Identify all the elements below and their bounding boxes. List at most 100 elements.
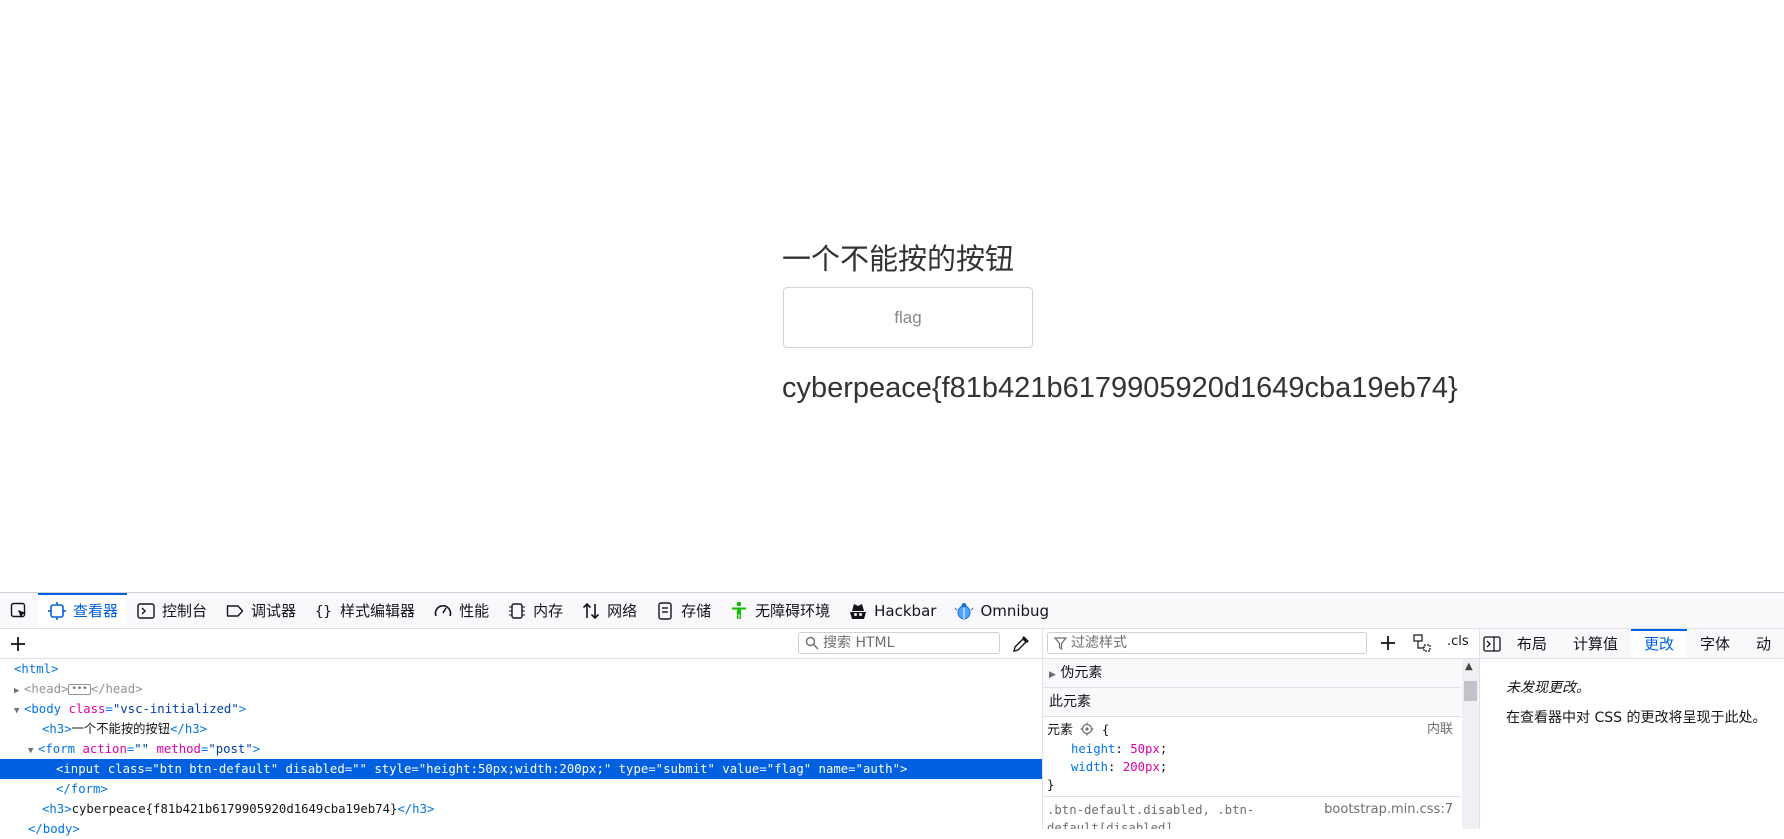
tab-inspector[interactable]: 查看器 — [38, 593, 128, 628]
add-rule-button[interactable] — [1377, 632, 1399, 654]
rule-source[interactable]: 内联 — [1427, 721, 1453, 739]
tree-node-h3-flag[interactable]: <h3>cyberpeace{f81b421b6179905920d1649cb… — [0, 799, 1042, 819]
collapse-arrow-icon[interactable]: ▼ — [14, 701, 24, 721]
hackbar-icon — [850, 603, 867, 619]
pseudo-class-toggle-button[interactable] — [1411, 632, 1433, 654]
body-tag: <body — [24, 702, 62, 716]
rules-list: ▶ 伪元素 此元素 内联 元素 { height: 50px; width: 2… — [1043, 659, 1461, 829]
accessibility-icon — [732, 601, 747, 619]
tab-changes[interactable]: 更改 — [1630, 629, 1687, 658]
omnibug-icon — [955, 602, 974, 619]
form-tag: <form — [38, 742, 76, 756]
devtools-panel: 查看器 控制台 调试器 {} 样式编辑器 性能 内存 网络 存储 无障碍环境 H… — [0, 592, 1784, 836]
cls-toggle-button[interactable]: .cls — [1447, 634, 1469, 649]
tab-memory[interactable]: 内存 — [498, 593, 572, 628]
html-search-input[interactable] — [823, 635, 993, 651]
tab-label: 性能 — [459, 602, 490, 620]
toggle-sidebar-button[interactable] — [1480, 629, 1504, 658]
h3-text: 一个不能按的按钮 — [71, 722, 171, 736]
tab-debugger[interactable]: 调试器 — [216, 593, 305, 628]
scroll-up-icon[interactable]: ▲ — [1465, 661, 1473, 672]
page-viewport: 一个不能按的按钮 flag cyberpeace{f81b421b6179905… — [0, 0, 1784, 592]
brace-open: { — [1101, 723, 1110, 737]
h3-close: </h3> — [397, 802, 435, 816]
tab-omnibug[interactable]: Omnibug — [945, 593, 1058, 628]
style-filter-input[interactable] — [1071, 635, 1361, 651]
pseudo-elements-section[interactable]: ▶ 伪元素 — [1043, 659, 1461, 688]
debugger-icon — [226, 604, 244, 617]
scrollbar-thumb[interactable] — [1464, 681, 1477, 701]
filter-icon — [1054, 636, 1067, 650]
form-close-tag: </form> — [56, 782, 108, 796]
tab-label: 无障碍环境 — [755, 602, 831, 620]
tree-node-input-selected[interactable]: <input class="btn btn-default" disabled=… — [0, 759, 1042, 779]
h3-flag-text: cyberpeace{f81b421b6179905920d1649cba19e… — [71, 802, 398, 816]
input-line: <input class="btn btn-default" disabled=… — [56, 762, 908, 776]
tab-style-editor[interactable]: {} 样式编辑器 — [305, 593, 424, 628]
eyedropper-button[interactable] — [1010, 633, 1032, 655]
brace-close: } — [1047, 778, 1055, 792]
plus-icon — [11, 636, 25, 651]
body-close-tag: </body> — [28, 822, 80, 836]
form-attr-action: action — [82, 742, 127, 756]
prop-name: width — [1071, 760, 1109, 774]
html-search-box — [798, 632, 1000, 654]
console-icon — [137, 602, 155, 619]
tree-node-body-close[interactable]: </body> — [0, 819, 1042, 839]
form-tag-end: > — [252, 742, 261, 756]
tab-label: 控制台 — [162, 602, 208, 620]
markup-toolbar — [0, 629, 1042, 659]
tree-node-html[interactable]: <html> — [0, 659, 1042, 679]
tab-label: Hackbar — [874, 601, 937, 620]
declaration[interactable]: width: 200px; — [1047, 758, 1455, 776]
collapse-arrow-icon[interactable]: ▼ — [28, 741, 38, 761]
expand-arrow-icon[interactable]: ▶ — [14, 681, 24, 701]
tab-label: 调试器 — [251, 602, 297, 620]
flag-button[interactable]: flag — [783, 287, 1033, 348]
declaration[interactable]: height: 50px; — [1047, 740, 1455, 758]
add-node-button[interactable] — [0, 635, 36, 653]
tree-node-h3[interactable]: <h3>一个不能按的按钮</h3> — [0, 719, 1042, 739]
body-attr-value: "vsc-initialized" — [112, 702, 239, 716]
rules-scrollbar[interactable]: ▲ — [1462, 659, 1479, 829]
tree-node-form[interactable]: ▼ <form action="" method="post"> — [0, 739, 1042, 759]
collapsed-ellipsis-icon[interactable]: ••• — [68, 684, 91, 695]
tab-label: 存储 — [681, 602, 712, 620]
form-attr-method: method — [156, 742, 201, 756]
element-picker-button[interactable] — [0, 593, 38, 628]
form-attr-action-value: "" — [134, 742, 150, 756]
prop-name: height — [1071, 742, 1116, 756]
side-panel: 布局 计算值 更改 字体 动 未发现更改。 在查看器中对 CSS 的更改将呈现于… — [1480, 629, 1784, 829]
element-picker-icon — [10, 602, 26, 618]
rule-source[interactable]: bootstrap.min.css:7 — [1324, 801, 1453, 819]
h3-open: <h3> — [42, 802, 72, 816]
storage-icon — [658, 601, 672, 620]
tab-label: 网络 — [607, 602, 638, 620]
tab-label: 查看器 — [73, 602, 119, 620]
node-gear-icon[interactable] — [1080, 722, 1094, 736]
flag-heading: cyberpeace{f81b421b6179905920d1649cba19e… — [782, 372, 1458, 404]
tab-label: Omnibug — [980, 601, 1050, 620]
tab-accessibility[interactable]: 无障碍环境 — [720, 593, 839, 628]
tab-fonts[interactable]: 字体 — [1687, 629, 1743, 658]
tab-storage[interactable]: 存储 — [646, 593, 720, 628]
rules-toolbar: .cls — [1043, 629, 1479, 659]
tab-network[interactable]: 网络 — [572, 593, 646, 628]
tab-layout[interactable]: 布局 — [1504, 629, 1560, 658]
head-close-tag: </head> — [90, 682, 143, 696]
tab-hackbar[interactable]: Hackbar — [839, 593, 945, 628]
performance-icon — [434, 604, 452, 616]
devtools-body: <html> ▶<head>•••</head> ▼<body class="v… — [0, 629, 1784, 836]
pseudo-class-icon — [1413, 634, 1431, 652]
style-filter-box — [1047, 632, 1367, 654]
expand-arrow-icon: ▶ — [1049, 670, 1056, 680]
tab-performance[interactable]: 性能 — [424, 593, 498, 628]
tree-node-head[interactable]: ▶ <head> ••• </head> — [0, 679, 1042, 699]
tab-computed[interactable]: 计算值 — [1560, 629, 1631, 658]
memory-icon — [509, 602, 526, 619]
tab-animations[interactable]: 动 — [1743, 629, 1784, 658]
tree-node-body[interactable]: ▼ <body class="vsc-initialized"> — [0, 699, 1042, 719]
tree-node-form-close[interactable]: </form> — [0, 779, 1042, 799]
sidebar-toggle-icon — [1483, 635, 1501, 652]
tab-console[interactable]: 控制台 — [127, 593, 216, 628]
